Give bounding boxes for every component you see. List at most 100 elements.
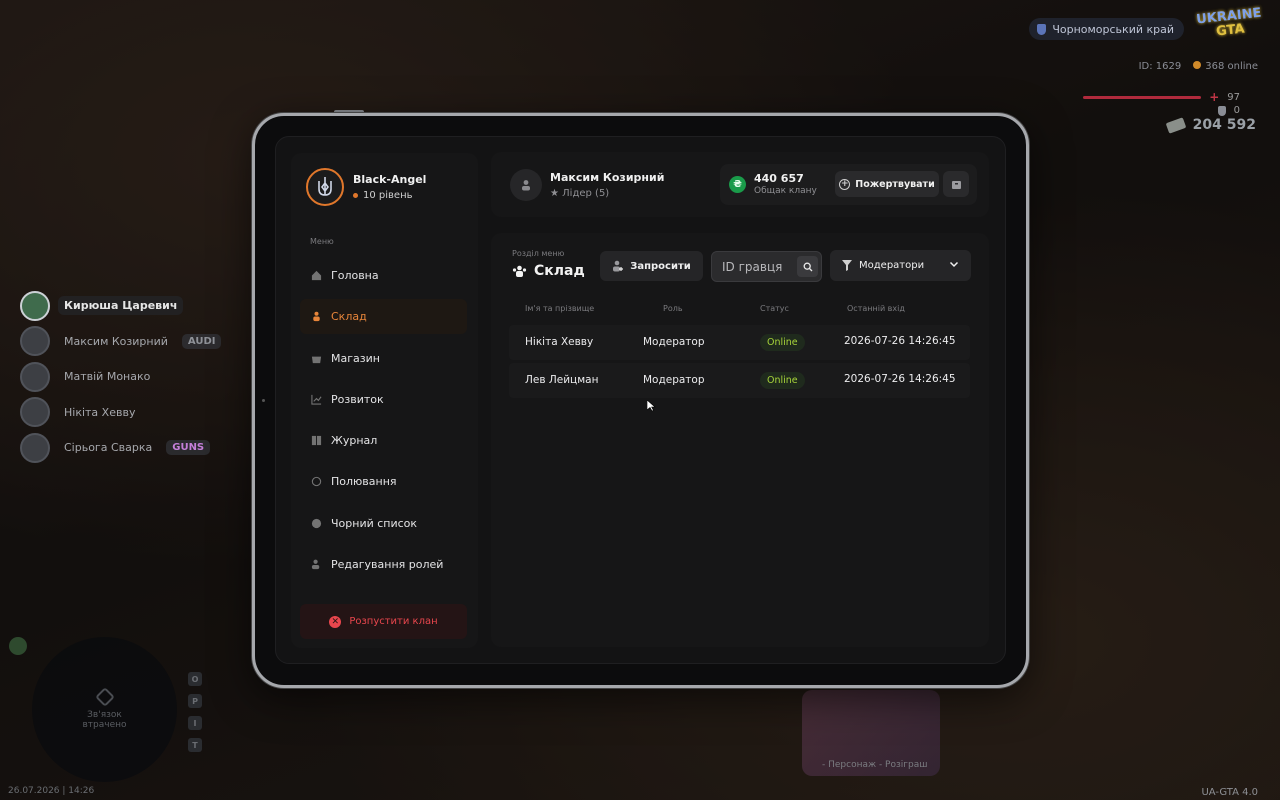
leader-name: Максим Козирний [550, 171, 665, 184]
member-role: Модератор [643, 336, 705, 348]
target-icon [311, 477, 322, 487]
invite-button[interactable]: Запросити [600, 251, 703, 281]
player-item: Кирюша Царевич [20, 288, 221, 324]
leader-avatar [510, 169, 542, 201]
people-icon [512, 265, 527, 277]
search-input[interactable] [722, 258, 797, 276]
health-bar [1083, 95, 1202, 99]
column-header-last-login: Останній вхід [847, 304, 905, 313]
member-name: Нікіта Хевву [525, 336, 594, 348]
disband-label: Розпустити клан [349, 616, 438, 627]
promo-caption: - Персонаж - Розіграш [822, 760, 928, 770]
player-name: Кирюша Царевич [58, 296, 184, 316]
sidebar-item-label: Чорний список [331, 516, 418, 530]
donate-button[interactable]: + Пожертвувати [835, 171, 939, 197]
sidebar-item-storage[interactable]: Склад [300, 299, 467, 335]
region-name: Чорноморський край [1052, 22, 1174, 36]
player-name: Матвій Монако [64, 370, 151, 384]
role-filter-select[interactable]: Модератори [830, 250, 971, 281]
clan-level-text: 10 рівень [363, 190, 413, 201]
sidebar-item-hunting[interactable]: Полювання [300, 464, 467, 499]
last-login: 2026-07-26 14:26:45 [844, 373, 956, 385]
table-row[interactable]: Лев Лейцман Модератор Online 2026-07-26 … [509, 363, 970, 398]
close-icon: ✕ [329, 615, 342, 628]
column-header-name: Ім'я та прізвище [525, 304, 595, 313]
money-value: 204 592 [1192, 117, 1256, 133]
disband-clan-button[interactable]: ✕ Розпустити клан [300, 604, 467, 639]
chart-icon [311, 394, 322, 405]
player-id: ID: 1629 [1138, 61, 1182, 72]
sidebar-item-edit-roles[interactable]: Редагування ролей [300, 547, 467, 582]
health-indicator: + 97 [1083, 90, 1240, 104]
last-login: 2026-07-26 14:26:45 [844, 335, 956, 347]
avatar [20, 432, 50, 463]
player-item: Матвій Монако [20, 359, 221, 395]
minimap-status: Зв'язок втрачено [82, 709, 127, 730]
menu-caption: Меню [310, 237, 334, 246]
money-indicator: 204 592 [1165, 116, 1256, 134]
sidebar-item-label: Журнал [331, 434, 378, 448]
plus-circle-icon: + [839, 178, 851, 190]
leader-role-text: Лідер (5) [562, 188, 610, 199]
sidebar-item-development[interactable]: Розвиток [300, 382, 467, 417]
home-icon [311, 270, 322, 281]
armor-icon [1217, 105, 1226, 116]
clan-level: 10 рівень [353, 190, 426, 201]
no-signal-icon [94, 686, 115, 707]
block-icon [311, 518, 322, 528]
avatar [20, 290, 50, 321]
basket-icon [311, 356, 322, 363]
player-item: Нікіта Хевву [20, 395, 221, 431]
avatar [20, 361, 50, 392]
key-hint: I [188, 712, 202, 734]
avatar [20, 397, 50, 428]
sidebar-item-label: Магазин [331, 351, 380, 365]
book-icon [311, 436, 322, 446]
sidebar-item-shop[interactable]: Магазин [300, 341, 467, 376]
status-badge: Online [760, 334, 805, 351]
leader-role: ★ Лідер (5) [550, 188, 664, 199]
minimap: Зв'язок втрачено [32, 637, 177, 782]
section-title-text: Склад [534, 263, 585, 279]
cash-icon [1165, 116, 1187, 134]
player-name: Максим Козирний [64, 334, 168, 348]
tablet-camera [262, 399, 265, 402]
sidebar-menu: Головна Склад Магазин Розвиток Журнал По… [300, 258, 467, 588]
status-badge: Online [760, 372, 805, 389]
bank-caption: Общак клану [754, 186, 817, 196]
shield-icon [1037, 23, 1047, 35]
sidebar-item-label: Склад [331, 310, 367, 324]
section-caption: Розділ меню [512, 249, 565, 258]
key-hint: O [188, 668, 202, 690]
chevron-down-icon [949, 261, 959, 268]
online-text: 368 online [1205, 61, 1258, 72]
sidebar-item-home[interactable]: Головна [300, 258, 467, 293]
player-id-search [711, 251, 822, 282]
star-icon: ★ [550, 188, 563, 199]
avatar [20, 326, 50, 357]
donate-label: Пожертвувати [855, 178, 935, 190]
player-item: Максим Козирний AUDI [20, 324, 222, 360]
hryvnia-coin-icon: ₴ [729, 176, 746, 193]
people-icon [313, 312, 320, 322]
health-value: 97 [1227, 91, 1240, 103]
filter-icon [842, 260, 852, 271]
nearby-players: Кирюша Царевич Максим Козирний AUDI Матв… [20, 288, 222, 466]
column-header-status: Статус [760, 304, 789, 313]
hud-ids: ID: 1629 368 online [1139, 61, 1258, 72]
sidebar-item-blacklist[interactable]: Чорний список [300, 506, 467, 541]
clan-emblem-icon [306, 168, 344, 206]
level-dot-icon [353, 193, 358, 198]
members-card [491, 233, 989, 647]
search-button[interactable] [797, 256, 818, 277]
storage-box-button[interactable] [943, 171, 969, 197]
clan-name: Black-Angel [353, 173, 427, 186]
region-badge: Чорноморський край [1029, 18, 1184, 40]
player-tag: GUNS [166, 440, 211, 456]
clan-profile: Black-Angel 10 рівень [306, 168, 426, 206]
invite-label: Запросити [630, 260, 691, 272]
table-row[interactable]: Нікіта Хевву Модератор Online 2026-07-26… [509, 325, 970, 360]
promo-banner[interactable]: - Персонаж - Розіграш [802, 690, 940, 776]
player-tag: AUDI [181, 333, 222, 349]
sidebar-item-journal[interactable]: Журнал [300, 423, 467, 458]
